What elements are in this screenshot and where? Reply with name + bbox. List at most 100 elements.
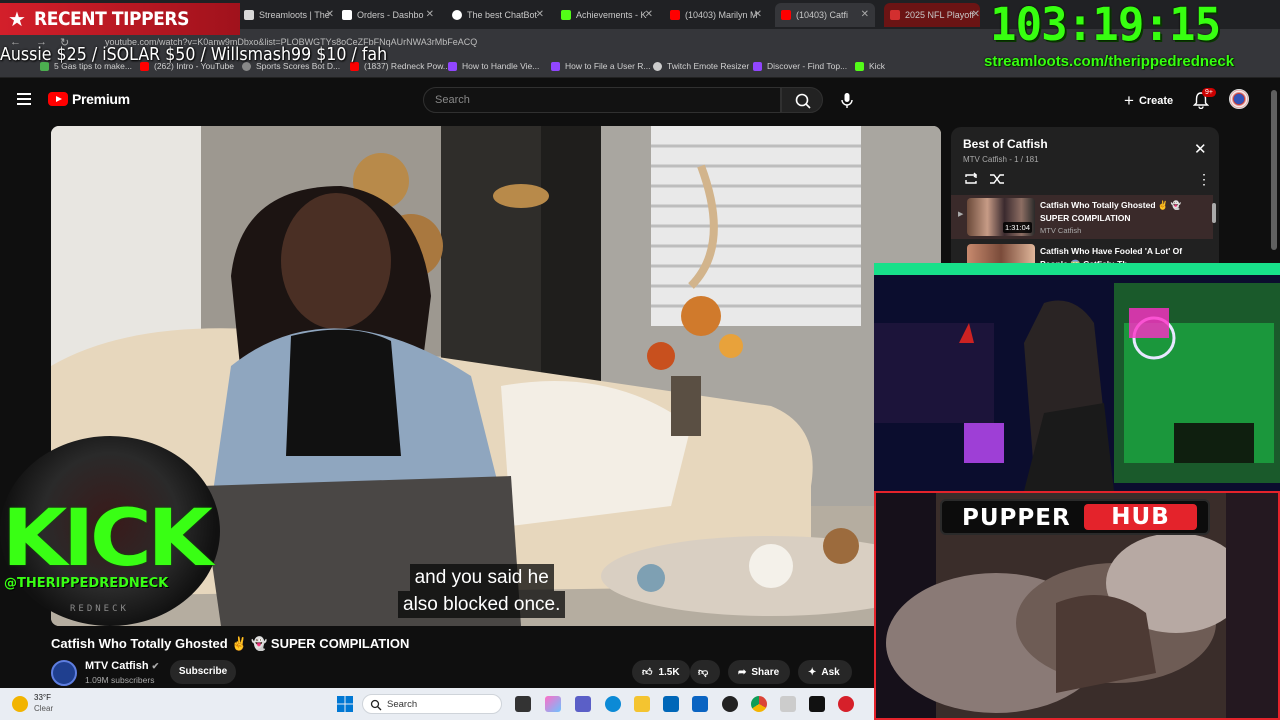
terminal-icon[interactable] [809,696,825,712]
app-icon[interactable] [780,696,796,712]
playlist-item-channel: MTV Catfish [1040,226,1082,235]
subathon-timer-overlay: 103:19:15 streamloots.com/therippedredne… [984,0,1280,78]
playlist-thumbnail: 1:31:04 [967,198,1035,236]
notification-count-badge: 9+ [1202,88,1216,97]
bookmark-item[interactable]: Discover - Find Top... [753,61,847,71]
kick-favicon-icon [561,10,571,20]
playlist-item[interactable]: ▶ 1:31:04 Catfish Who Totally Ghosted ✌️… [951,195,1213,239]
webcam-scene [874,263,1280,491]
playlist-title[interactable]: Best of Catfish [963,137,1048,151]
pupper-hub-logo: PUPPER HUB [940,499,1210,535]
account-avatar[interactable] [1229,89,1249,109]
screen: Streamloots | The ✕ Orders - Dashbo ✕ The … [0,0,1280,720]
video-title: Catfish Who Totally Ghosted ✌️ 👻 SUPER C… [51,636,410,651]
subtitle-line-1: and you said he [409,564,554,591]
bookmark-item[interactable]: Kick [855,61,885,71]
orders-favicon-icon [342,10,352,20]
close-tab-icon[interactable]: ✕ [326,9,334,20]
search-input[interactable]: Search [423,87,781,113]
channel-name[interactable]: MTV Catfish ✔ [85,660,159,672]
kick-handle: @THERIPPEDREDNECK [4,576,169,591]
microphone-icon[interactable] [838,91,856,109]
bookmark-item[interactable]: How to File a User R... [551,61,651,71]
edge-icon[interactable] [605,696,621,712]
store-icon[interactable] [663,696,679,712]
windows-start-icon[interactable] [337,696,353,712]
tab-marilyn[interactable]: (10403) Marilyn M ✕ [670,3,762,27]
kick-sublabel: REDNECK [70,604,129,614]
webcam-overlay [874,263,1280,491]
task-view-icon[interactable] [515,696,531,712]
close-tab-icon[interactable]: ✕ [536,9,544,20]
teams-icon[interactable] [575,696,591,712]
subtitle-line-2: also blocked once. [398,591,566,618]
search-icon [370,699,382,711]
sparkle-icon: ✦ [808,666,817,678]
create-button[interactable]: + Create [1124,91,1173,111]
search-icon [795,93,811,109]
tab-catfish-active[interactable]: (10403) Catfi ✕ [775,3,875,27]
streamloots-url: streamloots.com/therippedredneck [984,53,1235,70]
close-tab-icon[interactable]: ✕ [861,9,869,20]
close-tab-icon[interactable]: ✕ [426,9,434,20]
recent-tippers-banner: ★ RECENT TIPPERS [0,3,240,35]
channel-avatar[interactable] [51,660,77,686]
tab-orders[interactable]: Orders - Dashbo ✕ [342,3,434,27]
share-button[interactable]: ➦ Share [728,660,790,684]
tippers-ticker: Aussie $25 / iSOLAR $50 / Willsmash99 $1… [0,44,388,65]
playlist-item-title: Catfish Who Totally Ghosted ✌️ 👻 SUPER C… [1040,200,1182,223]
ask-button[interactable]: ✦ Ask [798,660,852,684]
file-explorer-icon[interactable] [634,696,650,712]
dislike-button[interactable]: 👎︎ [690,660,720,684]
share-icon: ➦ [738,666,747,678]
recent-tippers-label: RECENT TIPPERS [33,8,189,30]
bookmark-item[interactable]: How to Handle Vie... [448,61,539,71]
close-icon[interactable]: ✕ [1194,140,1207,158]
chatbot-favicon-icon [452,10,462,20]
tab-chatbot[interactable]: The best ChatBot ✕ [452,3,544,27]
youtube-premium-logo[interactable]: Premium [48,91,130,107]
plus-icon: + [1124,91,1134,110]
tab-achievements[interactable]: Achievements - K ✕ [561,3,653,27]
outlook-icon[interactable] [692,696,708,712]
weather-condition: Clear [34,704,54,713]
obs-icon[interactable] [722,696,738,712]
subscriber-count: 1.09M subscribers [85,675,155,685]
page-scrollbar[interactable] [1271,90,1277,250]
star-icon: ★ [8,8,26,31]
playlist-panel: Best of Catfish MTV Catfish - 1 / 181 ✕ … [951,127,1219,267]
close-tab-icon[interactable]: ✕ [972,9,980,20]
thumbs-down-icon: 👎︎ [698,667,709,678]
chrome-icon[interactable] [751,696,767,712]
copilot-icon[interactable] [545,696,561,712]
verified-icon: ✔ [151,661,160,671]
tab-streamloots[interactable]: Streamloots | The ✕ [244,3,334,27]
thumbs-up-icon: 👍︎ [642,667,653,678]
close-tab-icon[interactable]: ✕ [645,9,653,20]
youtube-play-icon [48,92,68,106]
video-subtitle: and you said he also blocked once. [398,564,566,618]
tab-nfl-playoff[interactable]: 2025 NFL Playoff ✕ [884,3,980,27]
streamloots-favicon-icon [244,10,254,20]
close-tab-icon[interactable]: ✕ [754,9,762,20]
bookmark-item[interactable]: Twitch Emote Resizer [653,61,749,71]
video-duration: 1:31:04 [1002,222,1032,233]
weather-moon-icon[interactable] [12,696,28,712]
youtube-header: Premium Search + Create 9+ [0,79,1280,121]
taskbar-search[interactable]: Search [362,694,502,714]
search-button[interactable] [781,87,823,113]
playlist-scrollbar[interactable] [1212,203,1216,223]
subscribe-button[interactable]: Subscribe [170,660,236,684]
nfl-favicon-icon [890,10,900,20]
like-button[interactable]: 👍︎ 1.5K [632,660,690,684]
more-options-icon[interactable]: ⋮ [1197,171,1211,188]
now-playing-icon: ▶ [958,211,964,218]
weather-temperature: 33°F [34,693,51,702]
youtube-favicon-icon [670,10,680,20]
shuffle-icon[interactable] [989,172,1005,186]
menu-icon[interactable] [17,93,31,105]
app-icon[interactable] [838,696,854,712]
loop-icon[interactable] [963,172,979,186]
subathon-timer: 103:19:15 [990,0,1221,51]
kick-logo: KICK [2,494,213,584]
